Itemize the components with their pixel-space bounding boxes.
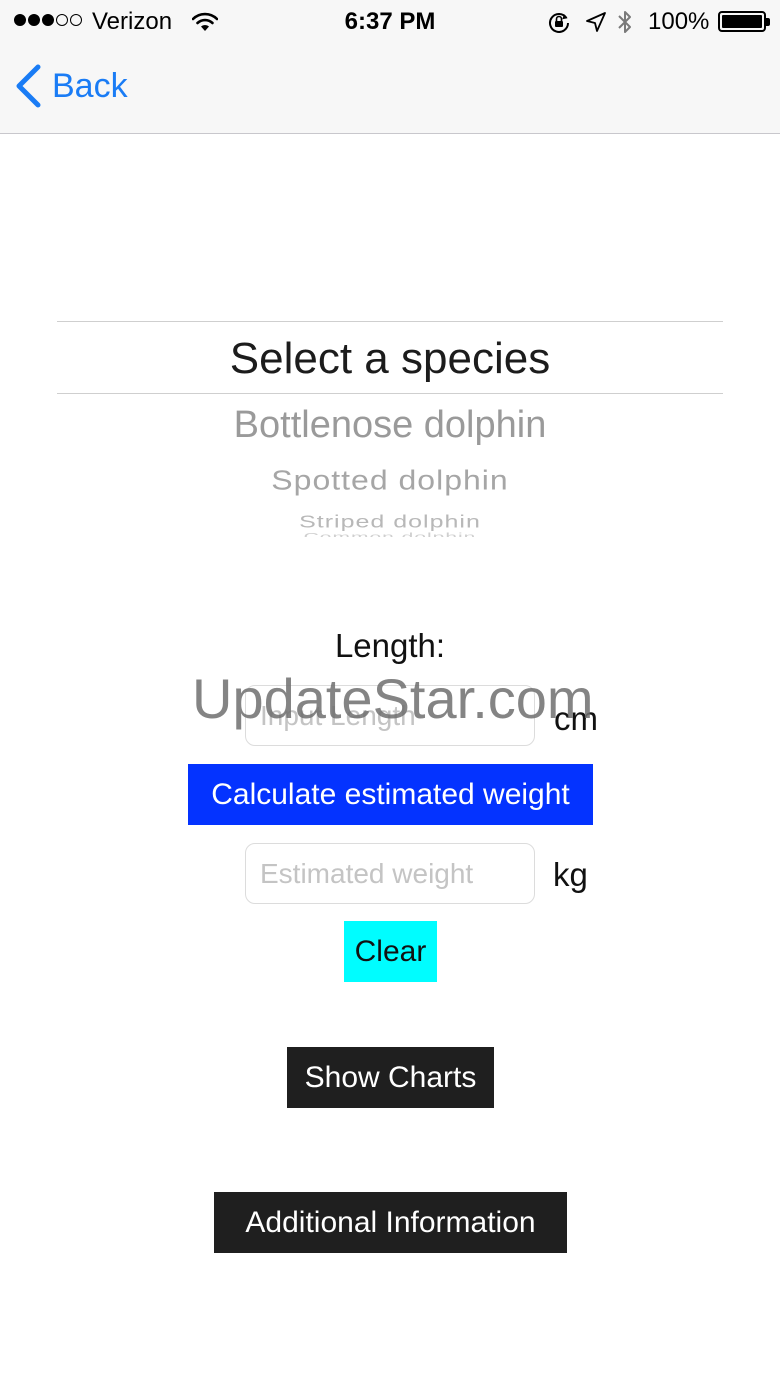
picker-option[interactable]: Spotted dolphin [0,464,780,497]
clear-button[interactable]: Clear [344,921,437,982]
chevron-left-icon [16,64,41,108]
additional-information-button[interactable]: Additional Information [214,1192,567,1253]
show-charts-button[interactable]: Show Charts [287,1047,494,1108]
picker-option[interactable]: Striped dolphin [0,512,780,532]
picker-divider-bottom [57,393,723,394]
picker-selected-row[interactable]: Select a species [0,334,780,384]
orientation-lock-icon [549,13,569,33]
status-bar: Verizon 6:37 PM 100% [0,0,780,44]
calculate-weight-button[interactable]: Calculate estimated weight [188,764,593,825]
picker-option[interactable]: Common dolphin [0,531,780,537]
length-label: Length: [334,627,446,664]
length-unit: cm [554,700,598,737]
picker-divider-top [57,321,723,322]
length-input[interactable] [245,685,535,746]
location-icon [586,12,606,32]
back-button[interactable]: Back [14,64,128,108]
weight-unit: kg [553,856,588,893]
battery-percent: 100% [648,8,710,35]
back-label: Back [52,66,128,105]
bluetooth-icon [618,11,631,33]
picker-option[interactable]: Bottlenose dolphin [0,404,780,447]
estimated-weight-field[interactable] [245,843,535,904]
battery-icon [718,11,770,32]
